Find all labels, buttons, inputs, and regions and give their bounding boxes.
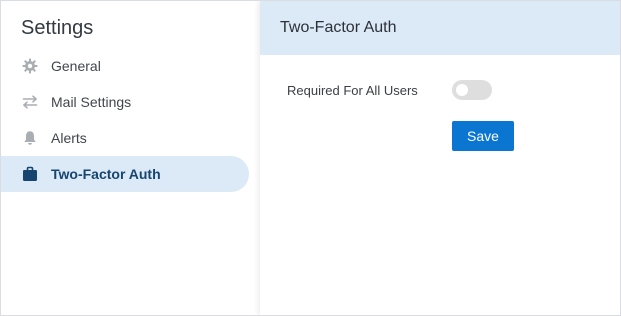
arrows-exchange-icon [22,94,38,110]
bell-icon [22,130,38,146]
sidebar-item-two-factor-auth[interactable]: Two-Factor Auth [1,156,249,192]
panel-header: Two-Factor Auth [260,1,620,55]
required-for-all-users-toggle[interactable] [452,80,492,100]
sidebar-item-label: Alerts [51,130,87,146]
required-for-all-users-label: Required For All Users [287,83,418,98]
sidebar-item-general[interactable]: General [1,48,249,84]
page-title: Two-Factor Auth [280,19,397,36]
main-panel: Two-Factor Auth Required For All Users S… [260,1,620,315]
gear-icon [22,58,38,74]
toggle-knob [456,84,468,96]
briefcase-icon [22,166,38,182]
sidebar-title: Settings [21,17,94,39]
sidebar-item-mail-settings[interactable]: Mail Settings [1,84,249,120]
sidebar-item-label: Mail Settings [51,94,132,110]
sidebar-item-label: General [51,58,101,74]
sidebar: Settings General Mail Settings Alerts Tw… [1,1,260,315]
sidebar-item-label: Two-Factor Auth [51,166,161,182]
settings-window: Settings General Mail Settings Alerts Tw… [0,0,621,316]
sidebar-item-alerts[interactable]: Alerts [1,120,249,156]
save-button[interactable]: Save [452,121,514,151]
